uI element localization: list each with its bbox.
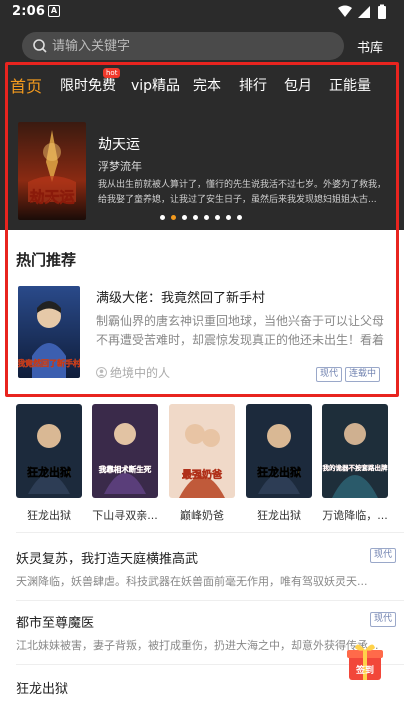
hot-book-title[interactable]: 满级大佬：我竟然回了新手村 [96, 287, 265, 306]
list-book-title[interactable]: 妖灵复苏，我打造天庭横推高武 [16, 548, 198, 567]
tab-home[interactable]: 首页 [10, 73, 42, 97]
banner-carousel[interactable]: 劫天运 劫天运 浮梦流年 我从出生前就被人算计了，懂行的先生说我活不过七岁。外婆… [0, 110, 404, 230]
banner-book-author: 浮梦流年 [98, 160, 142, 173]
list-item[interactable]: 都市至尊魔医 江北妹妹被害，妻子背叛，被打成重伤，扔进大海之中，却意外获得传承.… [0, 612, 404, 672]
bottom-navigation [0, 712, 404, 720]
genre-tag: 现代 [369, 548, 396, 563]
grid-book[interactable]: 最强奶爸 巅峰奶爸 [169, 404, 235, 523]
tab-ranking[interactable]: 排行 [239, 75, 267, 95]
hot-cover-text: 我竟然回了新手村 [18, 358, 80, 368]
carousel-dot-active[interactable] [171, 215, 176, 220]
grid-book[interactable]: 我靠相术断生死 下山寻双亲... [92, 404, 158, 523]
list-book-description: 天渊降临，妖兽肆虐。科技武器在妖兽面前毫无作用，唯有驾驭妖灵天... [16, 575, 368, 588]
person-icon [96, 367, 107, 378]
hot-book-author-row: 绝境中的人 [96, 364, 170, 381]
grid-book-title[interactable]: 狂龙出狱 [16, 507, 82, 523]
grid-book[interactable]: 狂龙出狱 狂龙出狱 [246, 404, 312, 523]
carousel-dot[interactable] [226, 215, 231, 220]
grid-cover-text: 我靠相术断生死 [99, 464, 152, 474]
notification-icon: A [48, 5, 60, 17]
search-input[interactable] [52, 32, 332, 60]
list-item[interactable]: 狂龙出狱 [0, 678, 404, 712]
carousel-dot[interactable] [182, 215, 187, 220]
carousel-dots [160, 214, 244, 222]
status-icons [338, 4, 386, 19]
carousel-dot[interactable] [215, 215, 220, 220]
hot-badge: hot [103, 68, 121, 78]
grid-cover-text: 最强奶爸 [182, 468, 222, 481]
grid-cover-text: 狂龙出狱 [257, 465, 301, 479]
grid-book-cover[interactable]: 我的诡器不按套路出牌 [322, 404, 388, 498]
grid-cover-text: 我的诡器不按套路出牌 [323, 463, 389, 472]
banner-desc-line-1: 我从出生前就被人算计了，懂行的先生说我活不过七岁。外婆为了救我， [98, 180, 386, 190]
carousel-dot[interactable] [193, 215, 198, 220]
grid-book-title[interactable]: 狂龙出狱 [246, 507, 312, 523]
tab-vip[interactable]: vip精品 [131, 75, 180, 95]
grid-book-cover[interactable]: 我靠相术断生死 [92, 404, 158, 498]
tab-positive-energy[interactable]: 正能量 [329, 75, 371, 95]
search-icon [33, 39, 47, 53]
carousel-dot[interactable] [160, 215, 165, 220]
carousel-dot[interactable] [204, 215, 209, 220]
gift-label: 签到 [355, 664, 374, 676]
banner-book-title[interactable]: 劫天运 [98, 134, 140, 154]
category-tabs: 首页 限时免费 hot vip精品 完本 排行 包月 正能量 [0, 68, 404, 102]
tab-limited-free[interactable]: 限时免费 [60, 75, 116, 95]
carousel-dot[interactable] [237, 215, 242, 220]
divider [16, 600, 404, 601]
gift-icon[interactable]: 签到 [345, 640, 385, 684]
hot-book-cover[interactable]: 我竟然回了新手村 [18, 286, 80, 378]
list-book-description: 江北妹妹被害，妻子背叛，被打成重伤，扔进大海之中，却意外获得传承... [16, 639, 379, 652]
grid-book-cover[interactable]: 狂龙出狱 [16, 404, 82, 498]
list-book-title[interactable]: 都市至尊魔医 [16, 612, 94, 631]
status-bar: 2:06 A [0, 0, 404, 26]
grid-cover-text: 狂龙出狱 [27, 465, 71, 479]
bookstore-button[interactable]: 书库 [357, 37, 383, 56]
tab-completed[interactable]: 完本 [193, 75, 221, 95]
grid-book-cover[interactable]: 狂龙出狱 [246, 404, 312, 498]
grid-book-title[interactable]: 下山寻双亲... [92, 507, 158, 523]
divider [16, 532, 404, 533]
banner-book-cover[interactable]: 劫天运 [18, 122, 86, 220]
tab-monthly[interactable]: 包月 [284, 75, 312, 95]
search-bar[interactable] [22, 32, 344, 60]
banner-cover-text: 劫天运 [29, 188, 74, 206]
grid-book[interactable]: 狂龙出狱 狂龙出狱 [16, 404, 82, 523]
banner-desc-line-2: 给我娶了童养媳，让我过了安生日子，虽然后来我发现媳妇姐姐太古... [98, 195, 377, 205]
genre-tag: 现代 [316, 367, 343, 382]
section-title-hot: 热门推荐 [16, 251, 77, 269]
grid-book[interactable]: 我的诡器不按套路出牌 万诡降临，... [322, 404, 388, 523]
genre-tag: 现代 [369, 612, 396, 627]
banner-book-description: 我从出生前就被人算计了，懂行的先生说我活不过七岁。外婆为了救我， 给我娶了童养媳… [98, 178, 386, 208]
status-time: 2:06 [12, 4, 46, 19]
list-item[interactable]: 妖灵复苏，我打造天庭横推高武 天渊降临，妖兽肆虐。科技武器在妖兽面前毫无作用，唯… [0, 548, 404, 608]
hot-book-description: 制霸仙界的唐玄神识重回地球，当他兴奋于可以让父母不再遭受苦难时，却震惊发现真正的… [96, 314, 385, 347]
status-tag: 连载中 [345, 367, 381, 382]
hot-book-author: 绝境中的人 [110, 366, 171, 380]
grid-book-title[interactable]: 巅峰奶爸 [169, 507, 235, 523]
grid-book-cover[interactable]: 最强奶爸 [169, 404, 235, 498]
list-book-title[interactable]: 狂龙出狱 [16, 678, 68, 697]
grid-book-title[interactable]: 万诡降临，... [322, 507, 388, 523]
